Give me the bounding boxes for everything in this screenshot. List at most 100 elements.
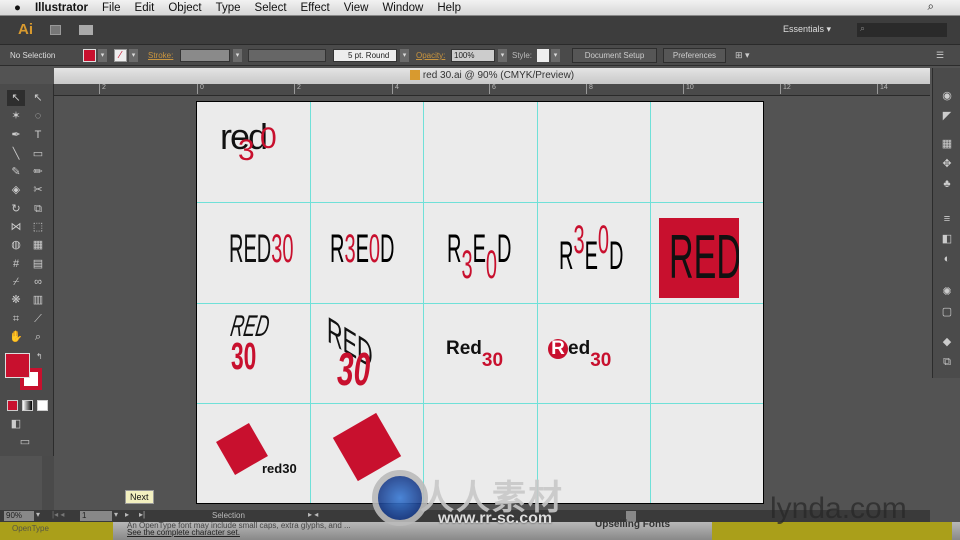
stroke-weight-field[interactable] bbox=[180, 49, 230, 62]
zoom-tool-icon[interactable]: ⌕ bbox=[29, 329, 47, 345]
width-tool-icon[interactable]: ⋈ bbox=[7, 219, 25, 235]
pencil-icon[interactable]: ✏ bbox=[29, 164, 47, 180]
direct-selection-tool-icon[interactable]: ↖ bbox=[29, 90, 47, 106]
opacity-field[interactable]: 100% bbox=[451, 49, 495, 62]
style-swatch[interactable] bbox=[537, 49, 549, 62]
logo-perspective-red30[interactable]: RED 30 bbox=[327, 308, 403, 396]
menu-help[interactable]: Help bbox=[437, 2, 461, 14]
blend-tool-icon[interactable]: ∞ bbox=[29, 274, 47, 290]
color-panel-icon[interactable]: ◉ bbox=[939, 88, 955, 104]
perspective-grid-icon[interactable]: ▦ bbox=[29, 237, 47, 253]
stroke-panel-icon[interactable]: ≡ bbox=[939, 211, 955, 227]
brushes-icon[interactable]: ✥ bbox=[939, 156, 955, 172]
status-menu-button[interactable]: ▸ ◂ bbox=[308, 510, 318, 519]
menu-window[interactable]: Window bbox=[382, 2, 423, 14]
slice-tool-icon[interactable]: ⟋ bbox=[29, 311, 47, 327]
stroke-label[interactable]: Stroke: bbox=[148, 51, 173, 60]
symbol-sprayer-icon[interactable]: ❋ bbox=[7, 292, 25, 308]
fill-swatch[interactable] bbox=[83, 49, 96, 62]
current-tool-status[interactable]: Selection bbox=[212, 511, 245, 520]
color-mode-button[interactable] bbox=[7, 400, 18, 411]
spotlight-icon[interactable]: ⌕ bbox=[928, 1, 934, 14]
artboard[interactable]: re 0 d 3 RED30 R3E0D R3E0D R3E0D RED RED 30… bbox=[196, 101, 764, 504]
horizontal-ruler[interactable]: 2 0 2 4 6 8 10 12 14 bbox=[54, 84, 930, 96]
fill-dropdown[interactable]: ▾ bbox=[98, 49, 107, 62]
menu-edit[interactable]: Edit bbox=[135, 2, 155, 14]
zoom-dropdown[interactable]: ▾ bbox=[36, 510, 40, 519]
panel-menu-icon[interactable]: ☰ bbox=[936, 50, 944, 61]
red-square-small[interactable] bbox=[216, 423, 268, 475]
stroke-swatch[interactable]: ⁄ bbox=[114, 49, 127, 62]
scale-tool-icon[interactable]: ⧉ bbox=[29, 201, 47, 217]
caption-link[interactable]: See the complete character set. bbox=[127, 528, 240, 537]
arrange-documents-icon[interactable] bbox=[79, 25, 93, 35]
hand-tool-icon[interactable]: ✋ bbox=[7, 329, 25, 345]
none-mode-button[interactable] bbox=[37, 400, 48, 411]
logo-circle-red[interactable]: Red30 bbox=[548, 338, 611, 371]
workspace-switcher[interactable]: Essentials ▾ bbox=[783, 24, 831, 35]
menu-effect[interactable]: Effect bbox=[301, 2, 330, 14]
preferences-button[interactable]: Preferences bbox=[663, 48, 726, 63]
appearance-icon[interactable]: ✺ bbox=[939, 284, 955, 300]
mesh-tool-icon[interactable]: # bbox=[7, 256, 25, 272]
brush-dropdown[interactable]: ▾ bbox=[400, 49, 409, 62]
gradient-panel-icon[interactable]: ◧ bbox=[939, 231, 955, 247]
logo-red-bold[interactable]: Red30 bbox=[446, 338, 503, 371]
line-tool-icon[interactable]: ╲ bbox=[7, 146, 25, 162]
paintbrush-icon[interactable]: ✎ bbox=[7, 164, 25, 180]
pen-tool-icon[interactable]: ✒ bbox=[7, 127, 25, 143]
logo-red30-overlap[interactable]: re 0 d 3 bbox=[220, 116, 277, 167]
gradient-mode-button[interactable] bbox=[22, 400, 33, 411]
stroke-dropdown[interactable]: ▾ bbox=[129, 49, 138, 62]
logo-red30-small[interactable]: red30 bbox=[262, 461, 297, 476]
selection-tool-icon[interactable]: ↖ bbox=[7, 90, 25, 106]
apple-icon[interactable]: ● bbox=[14, 2, 21, 14]
menu-object[interactable]: Object bbox=[168, 2, 201, 14]
type-tool-icon[interactable]: T bbox=[29, 127, 47, 143]
stroke-weight-dropdown[interactable]: ▾ bbox=[233, 49, 242, 62]
rectangle-tool-icon[interactable]: ▭ bbox=[29, 146, 47, 162]
logo-red-box[interactable]: RED bbox=[659, 218, 739, 298]
color-guide-icon[interactable]: ◤ bbox=[939, 108, 955, 124]
gradient-tool-icon[interactable]: ▤ bbox=[29, 256, 47, 272]
document-tab[interactable]: red 30.ai @ 90% (CMYK/Preview) bbox=[54, 68, 930, 84]
artboard-tool-icon[interactable]: ⌗ bbox=[7, 311, 25, 327]
menu-view[interactable]: View bbox=[344, 2, 369, 14]
zoom-field[interactable]: 90% bbox=[4, 511, 34, 521]
align-options-icon[interactable]: ⊞ ▾ bbox=[735, 50, 750, 61]
scissors-icon[interactable]: ✂ bbox=[29, 182, 47, 198]
symbols-icon[interactable]: ♣ bbox=[939, 176, 955, 192]
magic-wand-icon[interactable]: ✶ bbox=[7, 108, 25, 124]
logo-r3e0d[interactable]: R3E0D bbox=[330, 227, 459, 272]
menu-file[interactable]: File bbox=[102, 2, 121, 14]
swap-colors-icon[interactable]: ↰ bbox=[36, 352, 43, 361]
brush-field[interactable]: 5 pt. Round bbox=[333, 49, 397, 62]
draw-mode-icon[interactable]: ◧ bbox=[7, 416, 25, 432]
menu-type[interactable]: Type bbox=[216, 2, 241, 14]
last-artboard-button[interactable]: ▸| bbox=[139, 510, 145, 519]
bridge-icon[interactable] bbox=[50, 25, 61, 35]
next-artboard-button[interactable]: ▸ bbox=[125, 510, 129, 519]
search-input[interactable]: ⌕ bbox=[857, 23, 947, 37]
artboard-number-field[interactable]: 1 bbox=[80, 511, 112, 521]
opacity-label[interactable]: Opacity: bbox=[416, 51, 445, 60]
artboard-dropdown[interactable]: ▾ bbox=[114, 510, 118, 519]
graphic-styles-icon[interactable]: ▢ bbox=[939, 304, 955, 320]
menu-select[interactable]: Select bbox=[255, 2, 287, 14]
rotate-tool-icon[interactable]: ↻ bbox=[7, 201, 25, 217]
artboards-icon[interactable]: ⧉ bbox=[939, 354, 955, 370]
app-menu[interactable]: Illustrator bbox=[35, 2, 88, 14]
transparency-icon[interactable]: ◐ bbox=[939, 251, 955, 267]
style-dropdown[interactable]: ▾ bbox=[551, 49, 560, 62]
opacity-dropdown[interactable]: ▾ bbox=[498, 49, 507, 62]
swatches-icon[interactable]: ▦ bbox=[939, 136, 955, 152]
free-transform-icon[interactable]: ⬚ bbox=[29, 219, 47, 235]
document-setup-button[interactable]: Document Setup bbox=[572, 48, 657, 63]
screen-mode-icon[interactable]: ▭ bbox=[16, 434, 34, 450]
blob-brush-icon[interactable]: ◈ bbox=[7, 182, 25, 198]
lasso-icon[interactable]: ◌ bbox=[29, 108, 47, 124]
eyedropper-icon[interactable]: ⌿ bbox=[7, 274, 25, 290]
fill-color[interactable] bbox=[5, 353, 30, 378]
layers-icon[interactable]: ◆ bbox=[939, 334, 955, 350]
first-artboard-button[interactable]: |◂ ◂ bbox=[52, 510, 64, 519]
